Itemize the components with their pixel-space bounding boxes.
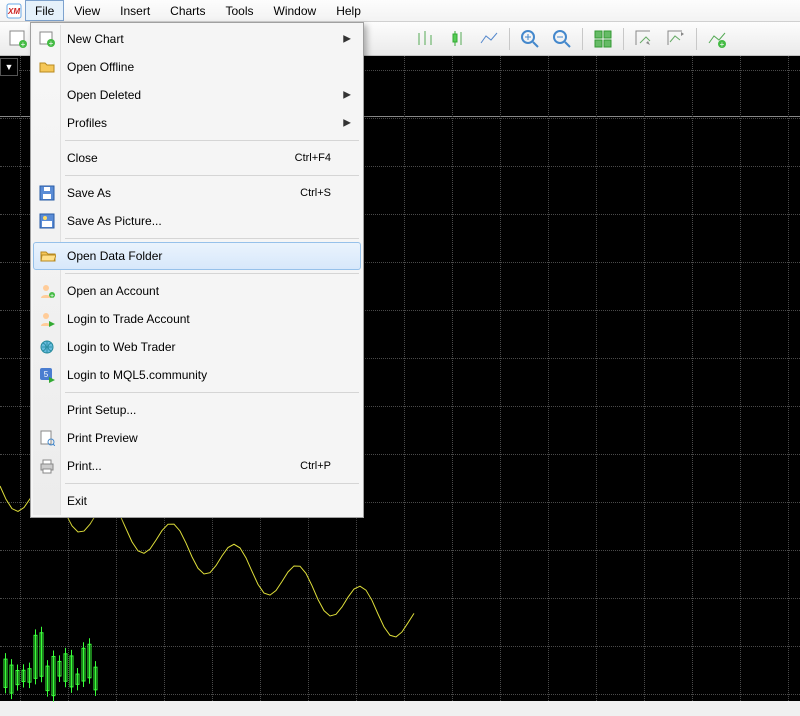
submenu-arrow-icon: ▶	[343, 90, 351, 101]
menu-item-label: New Chart	[67, 32, 331, 46]
menu-window[interactable]: Window	[264, 0, 327, 21]
menu-item-login-trade[interactable]: Login to Trade Account	[33, 305, 361, 333]
menu-separator	[65, 392, 359, 393]
toolbar-separator	[582, 28, 583, 50]
user-add-icon: +	[38, 282, 56, 300]
menu-item-label: Open Data Folder	[67, 249, 331, 263]
app-logo-icon: XM	[3, 0, 25, 22]
menu-item-profiles[interactable]: Profiles ▶	[33, 109, 361, 137]
menu-help[interactable]: Help	[326, 0, 371, 21]
tb-shift-icon[interactable]	[661, 25, 691, 53]
menu-item-label: Open Deleted	[67, 88, 331, 102]
user-login-icon	[38, 310, 56, 328]
menu-item-login-mql5[interactable]: 5 Login to MQL5.community	[33, 361, 361, 389]
menu-shortcut: Ctrl+P	[300, 460, 331, 472]
svg-text:XM: XM	[7, 7, 20, 16]
tb-line-chart-icon[interactable]	[474, 25, 504, 53]
menu-insert[interactable]: Insert	[110, 0, 160, 21]
tb-new-chart-icon[interactable]: +	[3, 25, 33, 53]
menu-view[interactable]: View	[64, 0, 110, 21]
menu-separator	[65, 140, 359, 141]
menu-separator	[65, 483, 359, 484]
menu-item-label: Login to Trade Account	[67, 312, 331, 326]
globe-icon	[38, 338, 56, 356]
svg-text:+: +	[49, 39, 54, 47]
menu-separator	[65, 238, 359, 239]
menu-item-open-offline[interactable]: Open Offline	[33, 53, 361, 81]
menu-shortcut: Ctrl+F4	[295, 152, 331, 164]
menu-item-label: Open Offline	[67, 60, 331, 74]
mql5-icon: 5	[38, 366, 56, 384]
folder-icon	[39, 247, 57, 265]
menu-item-print-preview[interactable]: Print Preview	[33, 424, 361, 452]
tb-tile-icon[interactable]	[588, 25, 618, 53]
svg-text:5: 5	[44, 370, 49, 379]
menu-file[interactable]: File	[25, 0, 64, 21]
menu-item-login-web[interactable]: Login to Web Trader	[33, 333, 361, 361]
menu-charts[interactable]: Charts	[160, 0, 215, 21]
menu-item-label: Exit	[67, 494, 331, 508]
menu-item-save-as[interactable]: Save As Ctrl+S	[33, 179, 361, 207]
submenu-arrow-icon: ▶	[343, 118, 351, 129]
tb-indicators-icon[interactable]: +	[702, 25, 732, 53]
menu-item-open-data-folder[interactable]: Open Data Folder	[33, 242, 361, 270]
print-preview-icon	[38, 429, 56, 447]
file-dropdown: + New Chart ▶ Open Offline Open Deleted …	[30, 22, 364, 518]
menu-item-label: Profiles	[67, 116, 331, 130]
submenu-arrow-icon: ▶	[343, 34, 351, 45]
menu-item-label: Print...	[67, 459, 300, 473]
menu-item-label: Close	[67, 151, 295, 165]
save-icon	[38, 184, 56, 202]
menu-item-close[interactable]: Close Ctrl+F4	[33, 144, 361, 172]
svg-text:+: +	[720, 40, 725, 49]
save-picture-icon	[38, 212, 56, 230]
toolbar-separator	[509, 28, 510, 50]
menu-item-label: Login to Web Trader	[67, 340, 331, 354]
menu-item-print[interactable]: Print... Ctrl+P	[33, 452, 361, 480]
tb-zoom-in-icon[interactable]	[515, 25, 545, 53]
menu-item-label: Print Setup...	[67, 403, 331, 417]
menu-tools[interactable]: Tools	[216, 0, 264, 21]
menu-item-label: Print Preview	[67, 431, 331, 445]
menu-item-label: Save As Picture...	[67, 214, 331, 228]
folder-open-icon	[38, 58, 56, 76]
toolbar-separator	[696, 28, 697, 50]
toolbar-separator	[623, 28, 624, 50]
menu-shortcut: Ctrl+S	[300, 187, 331, 199]
menu-item-label: Login to MQL5.community	[67, 368, 331, 382]
svg-text:+: +	[50, 293, 54, 299]
tb-zoom-out-icon[interactable]	[547, 25, 577, 53]
panel-collapse-handle[interactable]: ▼	[0, 58, 18, 76]
menubar: XM File View Insert Charts Tools Window …	[0, 0, 800, 22]
menu-item-open-account[interactable]: + Open an Account	[33, 277, 361, 305]
menu-separator	[65, 273, 359, 274]
menu-item-new-chart[interactable]: + New Chart ▶	[33, 25, 361, 53]
menu-item-save-as-picture[interactable]: Save As Picture...	[33, 207, 361, 235]
tb-candlestick-icon[interactable]	[442, 25, 472, 53]
menu-item-exit[interactable]: Exit	[33, 487, 361, 515]
tb-autoscroll-icon[interactable]	[629, 25, 659, 53]
menu-item-label: Open an Account	[67, 284, 331, 298]
menu-item-label: Save As	[67, 186, 300, 200]
tb-bar-chart-icon[interactable]	[410, 25, 440, 53]
menu-item-print-setup[interactable]: Print Setup...	[33, 396, 361, 424]
menu-separator	[65, 175, 359, 176]
svg-text:+: +	[21, 40, 26, 49]
printer-icon	[38, 457, 56, 475]
menu-item-open-deleted[interactable]: Open Deleted ▶	[33, 81, 361, 109]
new-chart-icon: +	[38, 30, 56, 48]
